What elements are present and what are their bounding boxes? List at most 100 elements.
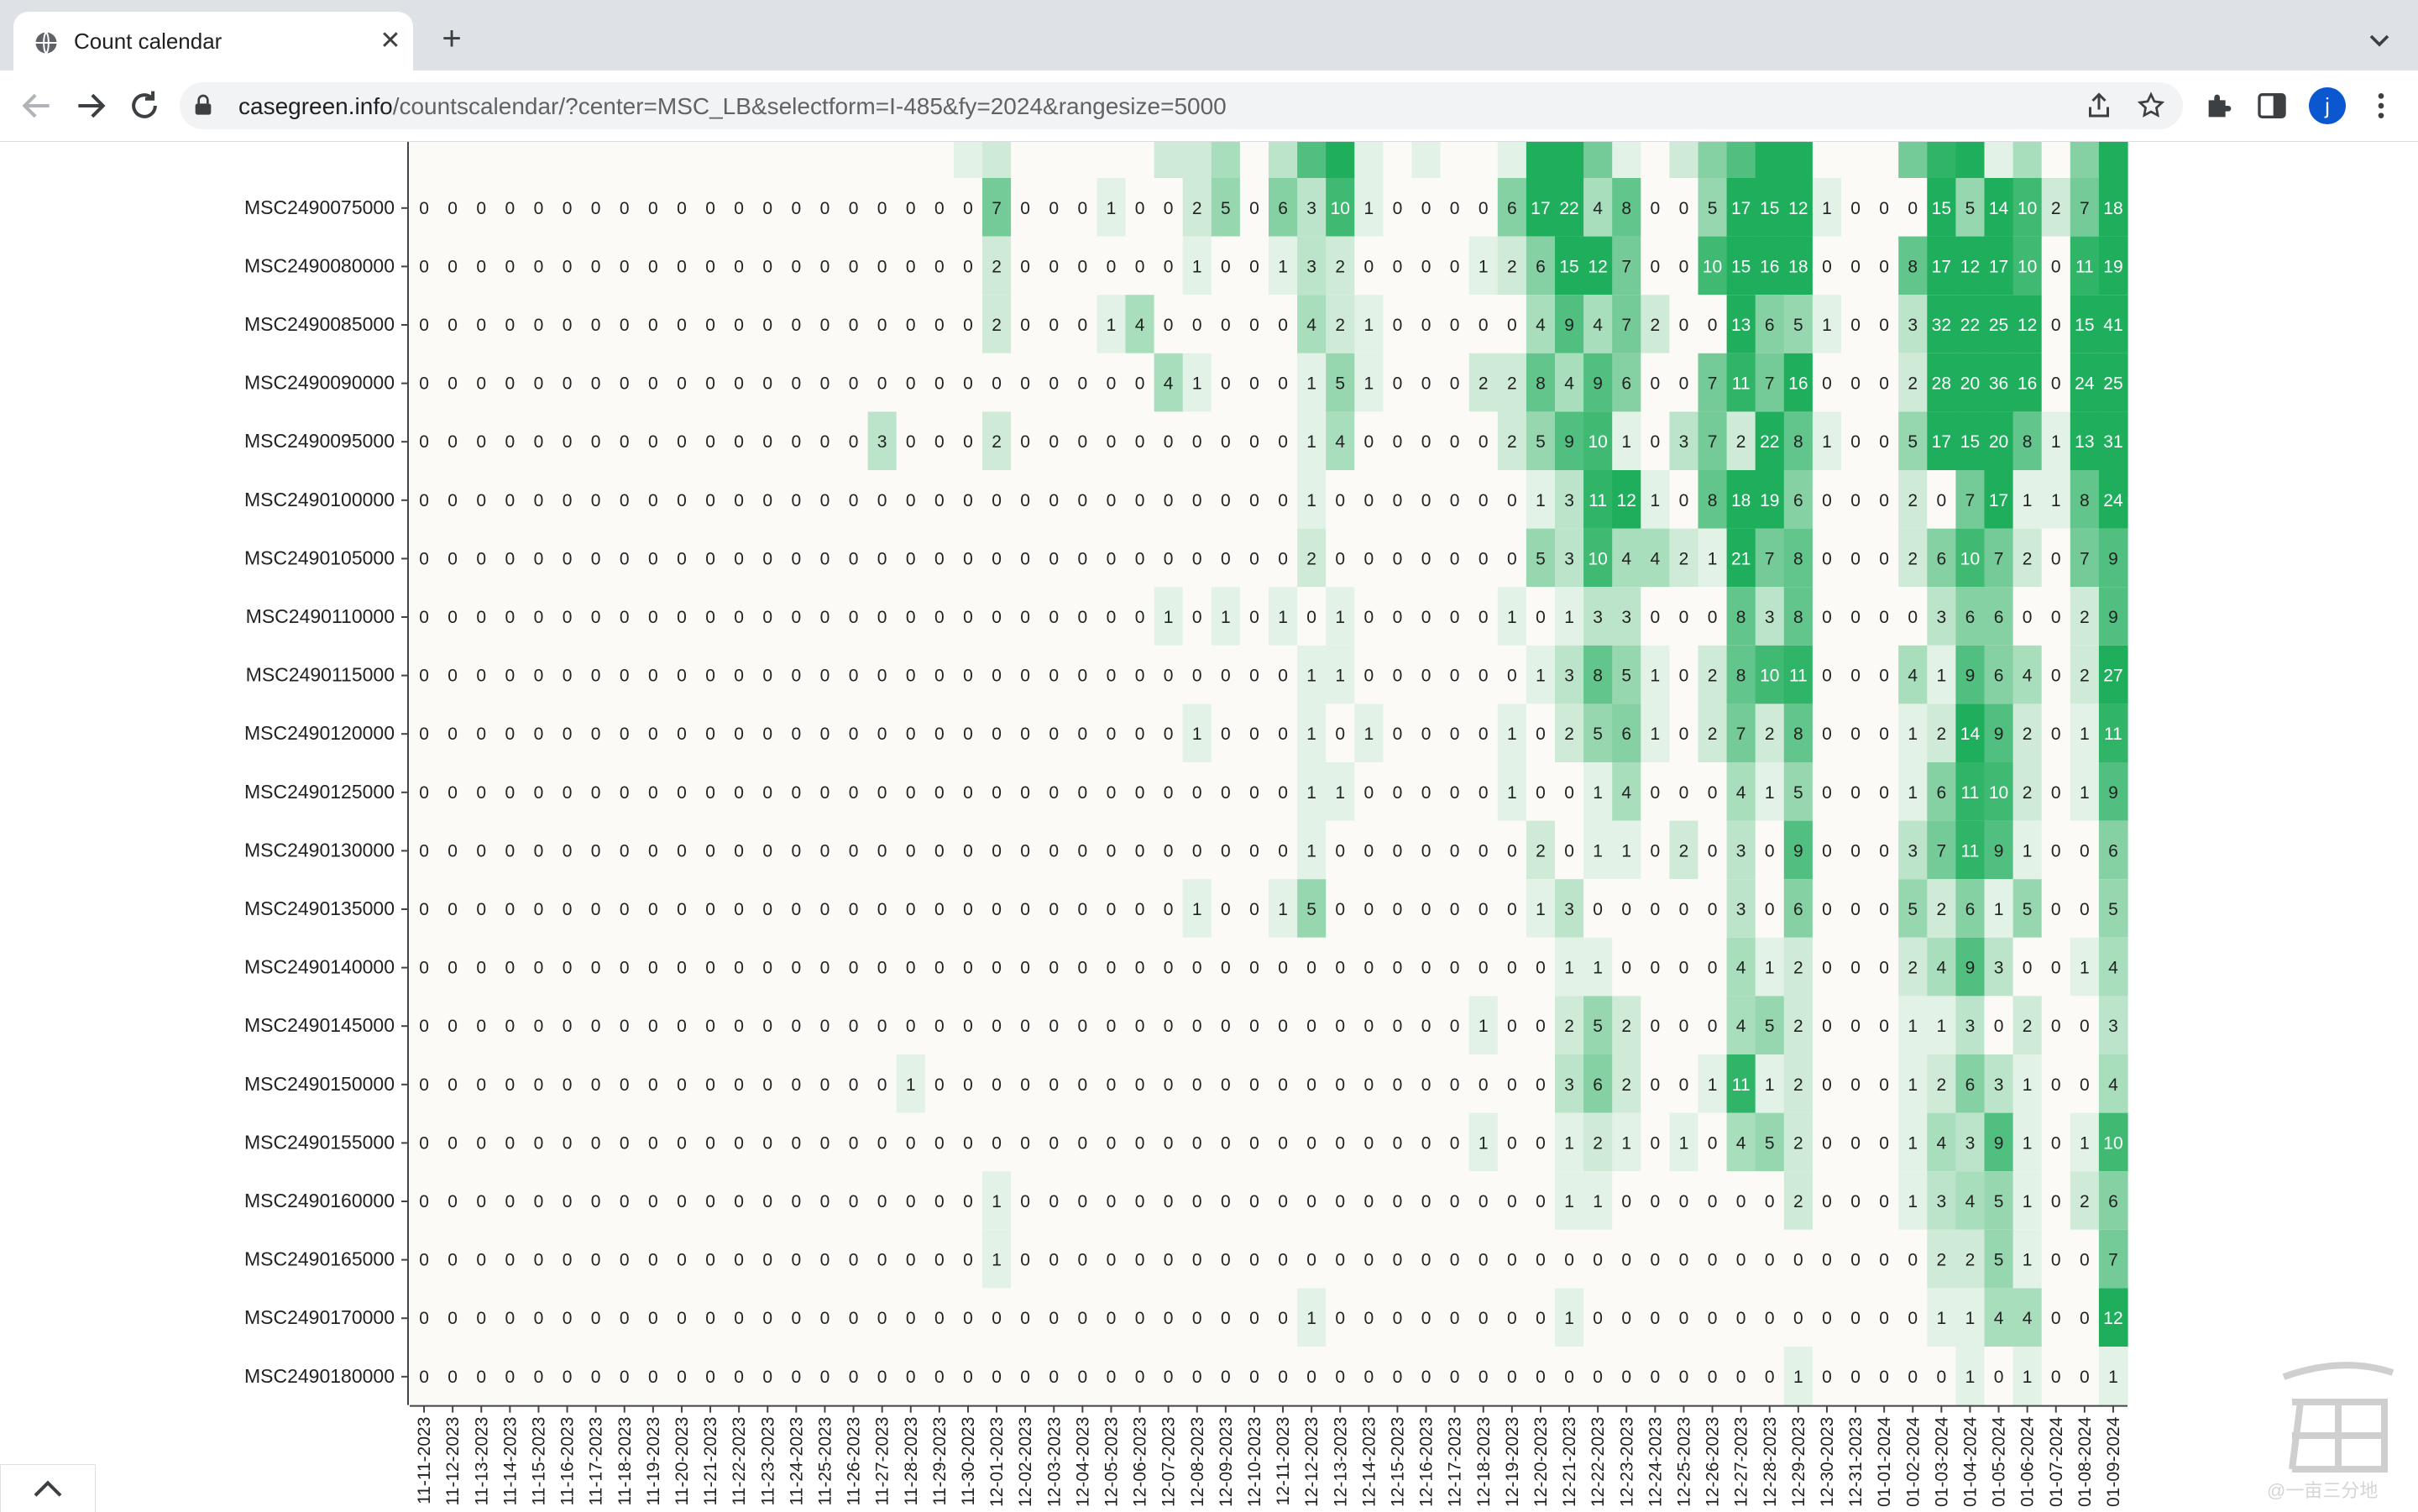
cell-value-label: 0 [563,841,573,861]
cell-value-label: 0 [1651,374,1661,394]
cell-value-label: 17 [1531,199,1550,218]
cell-value-label: 0 [705,1368,715,1387]
cell-value-label: 0 [792,199,802,218]
cell-value-label: 0 [1822,374,1832,394]
x-axis-tick-label: 01-05-2024 [1990,1416,2009,1507]
cell-value-label: 0 [1822,1251,1832,1270]
cell-value-label: 0 [620,1075,630,1095]
cell-value-label: 0 [1049,1368,1059,1387]
cell-value-label: 0 [1421,1017,1431,1036]
cell-value-label: 0 [1020,1309,1030,1328]
cell-value-label: 3 [1908,316,1918,335]
cell-value-label: 12 [2103,1309,2122,1328]
cell-value-label: 1 [1994,900,2004,919]
cell-value-label: 0 [1507,1192,1517,1211]
cell-value-label: 0 [620,667,630,686]
cell-value-label: 15 [1731,257,1751,276]
cell-value-label: 0 [1192,1075,1202,1095]
back-arrow-icon[interactable] [18,87,55,124]
heatmap-cell [1326,142,1355,178]
cell-value-label: 0 [2051,608,2061,627]
cell-value-label: 0 [563,667,573,686]
cell-value-label: 0 [447,1309,458,1328]
cell-value-label: 0 [1107,1251,1117,1270]
cell-value-label: 0 [734,1368,744,1387]
kebab-menu-icon[interactable] [2364,89,2398,123]
heatmap-cell [1011,142,1040,178]
cell-value-label: 0 [591,199,601,218]
cell-value-label: 0 [563,1309,573,1328]
cell-value-label: 0 [677,257,687,276]
avatar[interactable]: j [2309,87,2346,124]
cell-value-label: 8 [1536,374,1546,394]
site-info-icon[interactable] [190,92,217,119]
cell-value-label: 0 [762,959,772,978]
cell-value-label: 0 [447,608,458,627]
plus-icon[interactable]: + [433,22,470,59]
cell-value-label: 0 [906,374,916,394]
reload-icon[interactable] [126,87,163,124]
cell-value-label: 0 [734,1133,744,1153]
cell-value-label: 0 [1651,783,1661,803]
cell-value-label: 0 [419,142,429,146]
cell-value-label: 0 [1651,1017,1661,1036]
cell-value-label: 0 [1393,257,1403,276]
cell-value-label: 12 [1617,491,1636,510]
cell-value-label: 1 [1536,900,1546,919]
row-label: MSC2490150000 [244,1073,395,1095]
cell-value-label: 0 [1879,316,1889,335]
row-label: MSC2490140000 [244,956,395,978]
cell-value-label: 0 [705,1017,715,1036]
cell-value-label: 0 [419,1309,429,1328]
cell-value-label: 0 [705,432,715,452]
cell-value-label: 1 [1822,316,1832,335]
active-tab[interactable]: Count calendar ✕ [13,12,413,71]
cell-value-label: 0 [1879,374,1889,394]
cell-value-label: 1 [1364,199,1374,218]
cell-value-label: 0 [1479,608,1489,627]
cell-value-label: 0 [963,783,973,803]
side-panel-icon[interactable] [2255,89,2289,123]
cell-value-label: 0 [1450,959,1460,978]
star-icon[interactable] [2136,91,2166,121]
cell-value-label: 11 [1961,783,1980,803]
cell-value-label: 0 [1651,1075,1661,1095]
cell-value-label: 0 [1078,142,1088,146]
row-label: MSC2490105000 [244,547,395,568]
cell-value-label: 0 [1708,1133,1718,1153]
cell-value-label: 0 [1221,257,1231,276]
heatmap-cell [2098,142,2128,178]
cell-value-label: 0 [2051,725,2061,744]
cell-value-label: 3 [1564,900,1574,919]
forward-arrow-icon[interactable] [72,87,109,124]
cell-value-label: 9 [1306,142,1316,146]
cell-value-label: 1 [2080,959,2090,978]
cell-value-label: 1 [1765,959,1775,978]
chevron-up-icon[interactable] [31,1477,65,1500]
cell-value-label: 0 [419,257,429,276]
chevron-down-icon[interactable] [2363,24,2396,57]
cell-value-label: 1 [1708,1075,1718,1095]
cell-value-label: 0 [1479,1309,1489,1328]
cell-value-label: 0 [534,142,544,146]
cell-value-label: 0 [620,316,630,335]
page-viewport[interactable]: 0000000000000000000120000022403916101001… [0,142,2418,1511]
cell-value-label: 0 [792,1309,802,1328]
cell-value-label: 0 [505,374,516,394]
x-axis-tick-label: 11-12-2023 [443,1417,463,1506]
cell-value-label: 25 [2103,374,2122,394]
scroll-top-tab[interactable] [0,1464,96,1512]
cell-value-label: 1 [1507,725,1517,744]
address-bar[interactable]: casegreen.info/countscalendar/?center=MS… [180,82,2183,129]
share-icon[interactable] [2084,91,2114,121]
cell-value-label: 2 [1937,725,1947,744]
cell-value-label: 0 [1850,549,1861,568]
cell-value-label: 0 [1850,783,1861,803]
close-icon[interactable]: ✕ [376,27,405,55]
puzzle-icon[interactable] [2203,89,2237,123]
cell-value-label: 5 [1793,316,1803,335]
cell-value-label: 0 [792,841,802,861]
cell-value-label: 8 [1793,725,1803,744]
cell-value-label: 1 [1765,783,1775,803]
cell-value-label: 0 [705,725,715,744]
